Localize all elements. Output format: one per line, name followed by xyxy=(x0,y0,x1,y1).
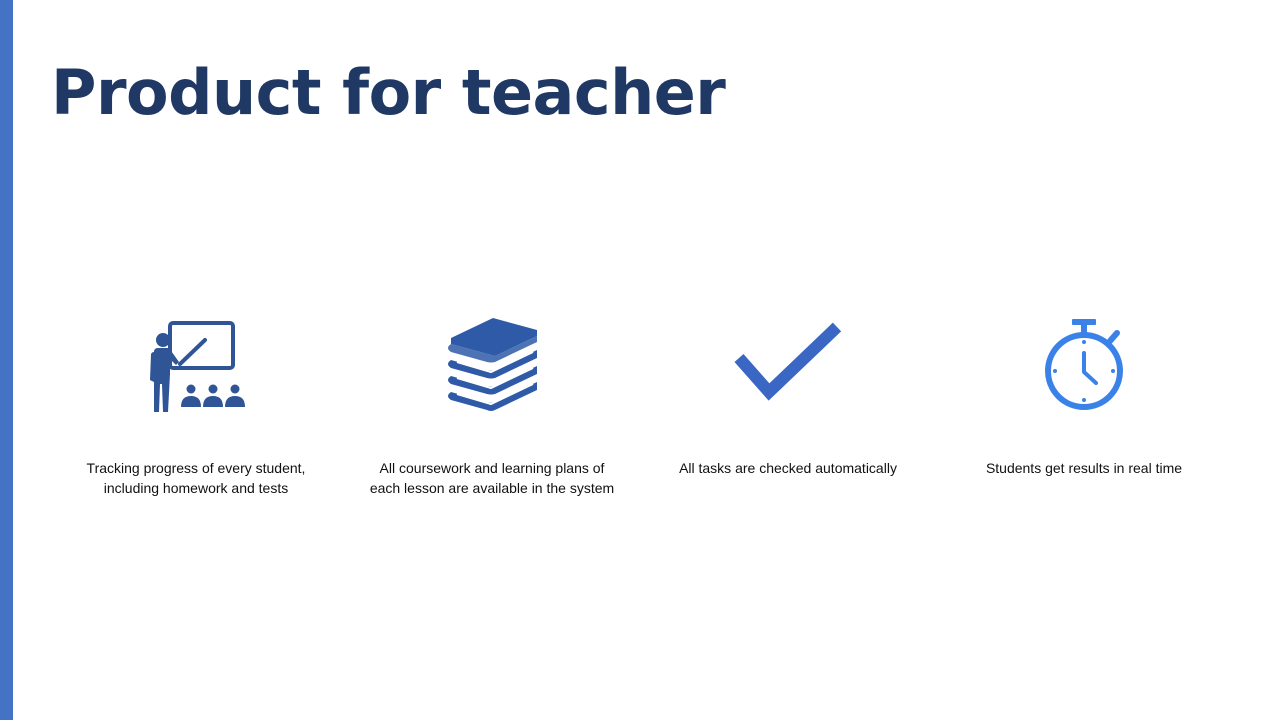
feature-coursework: All coursework and learning plans of eac… xyxy=(347,312,637,498)
caption-line: including homework and tests xyxy=(103,480,289,496)
checkmark-icon xyxy=(734,322,842,401)
slide: Product for teacher Tracking progress of… xyxy=(0,0,1280,720)
caption-line: All coursework and learning plans of xyxy=(379,460,605,476)
feature-caption: Tracking progress of every student, incl… xyxy=(51,458,341,498)
caption-line: each lesson are available in the system xyxy=(369,480,615,496)
teacher-presentation-icon xyxy=(150,321,245,412)
feature-real-time-results: Students get results in real time xyxy=(939,312,1229,478)
accent-bar xyxy=(0,0,13,720)
slide-title: Product for teacher xyxy=(51,56,726,129)
feature-caption: All coursework and learning plans of eac… xyxy=(347,458,637,498)
caption-line: All tasks are checked automatically xyxy=(679,460,897,476)
feature-progress-tracking: Tracking progress of every student, incl… xyxy=(51,312,341,498)
books-stack-icon xyxy=(448,318,537,411)
feature-auto-check: All tasks are checked automatically xyxy=(643,312,933,478)
caption-line: Students get results in real time xyxy=(985,460,1183,476)
feature-caption: All tasks are checked automatically xyxy=(643,458,933,478)
feature-caption: Students get results in real time xyxy=(939,458,1229,478)
caption-line: Tracking progress of every student, xyxy=(86,460,306,476)
stopwatch-icon xyxy=(1045,319,1123,410)
